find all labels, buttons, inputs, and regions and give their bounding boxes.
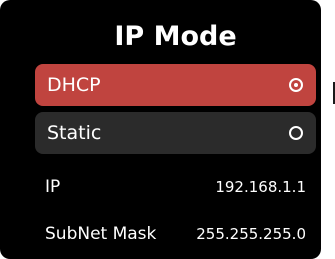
page-title: IP Mode (114, 21, 237, 52)
ip-label: IP (45, 177, 61, 197)
subnet-mask-value: 255.255.255.0 (196, 225, 306, 243)
ip-row: IP 192.168.1.1 (45, 174, 306, 200)
radio-unchecked-icon (289, 126, 303, 140)
ip-value: 192.168.1.1 (215, 178, 306, 196)
option-dhcp[interactable]: DHCP (35, 64, 316, 106)
subnet-mask-label: SubNet Mask (45, 224, 157, 244)
option-dhcp-label: DHCP (47, 74, 101, 96)
radio-checked-icon (289, 78, 303, 92)
option-static[interactable]: Static (35, 112, 316, 154)
ip-mode-screen: IP Mode DHCP Static IP 192.168.1.1 SubNe… (0, 0, 321, 259)
option-static-label: Static (47, 122, 102, 144)
subnet-mask-row: SubNet Mask 255.255.255.0 (45, 221, 306, 247)
